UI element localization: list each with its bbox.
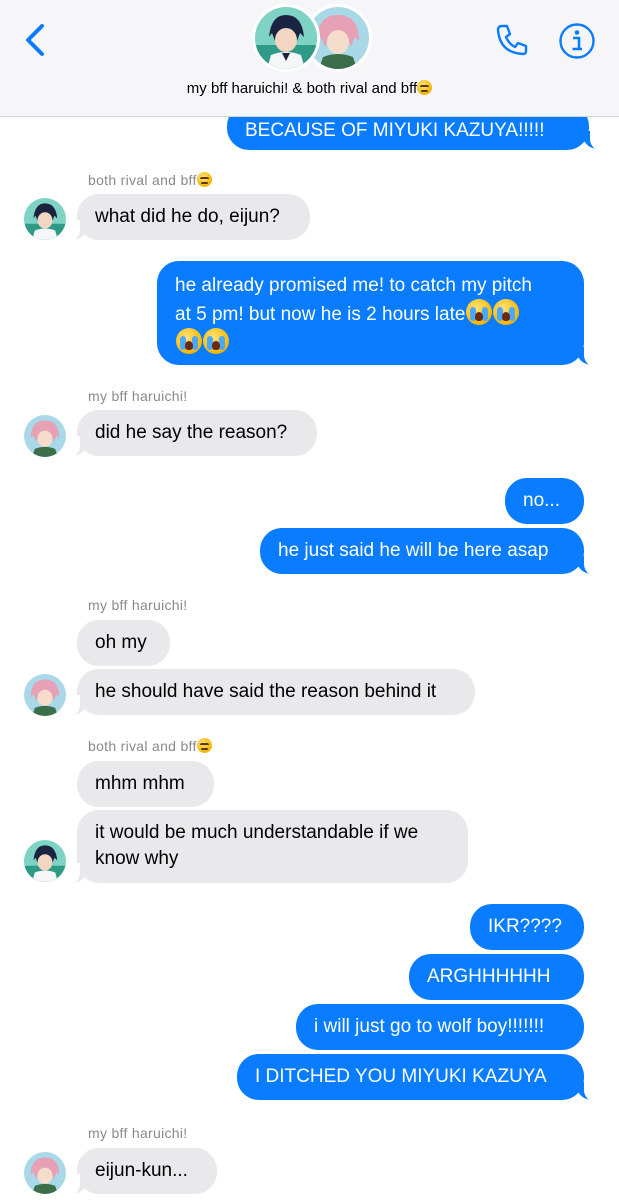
message-text: BECAUSE OF MIYUKI KAZUYA!!!!! [245,120,545,141]
sender-name: my bff haruichi! [88,597,188,613]
message-outgoing[interactable]: i will just go to wolf boy!!!!!!! [296,1004,584,1050]
message-text: no... [523,490,560,511]
bubble-tail [66,1174,88,1196]
crying-face-icon [176,328,202,354]
message-outgoing[interactable]: he already promised me! to catch my pitc… [157,261,584,365]
message-text: what did he do, eijun? [95,206,280,227]
sender-name: my bff haruichi! [88,1125,188,1141]
message-text: he just said he will be here asap [278,540,549,561]
sender-label: my bff haruichi! [88,388,187,404]
bubble-tail [582,129,604,151]
message-text: i will just go to wolf boy!!!!!!! [314,1016,545,1037]
bubble-tail [66,863,88,885]
conversation-header: my bff haruichi! & both rival and bff [0,0,619,117]
message-text: mhm mhm [95,773,185,794]
message-outgoing[interactable]: he just said he will be here asap [260,528,584,574]
sender-label: both rival and bff [88,738,212,754]
message-text: did he say the reason? [95,422,288,443]
message-incoming[interactable]: did he say the reason? [77,410,317,456]
message-outgoing[interactable]: ARGHHHHHH [409,954,584,1000]
angry-face-icon [196,172,212,187]
bubble-tail [66,220,88,242]
sender-name: my bff haruichi! [88,388,188,404]
sender-label: both rival and bff [88,172,212,188]
message-text: ARGHHHHHH [427,966,551,987]
group-name[interactable]: my bff haruichi! & both rival and bff [0,80,619,97]
message-incoming[interactable]: oh my [77,620,170,666]
message-incoming[interactable]: he should have said the reason behind it [77,669,475,715]
bubble-tail [576,554,598,576]
message-incoming[interactable]: eijun-kun... [77,1148,217,1194]
bubble-tail [576,345,598,367]
chevron-left-icon[interactable] [22,22,50,58]
message-outgoing[interactable]: I DITCHED YOU MIYUKI KAZUYA [237,1054,584,1100]
avatar-eijun[interactable] [24,198,66,240]
angry-face-icon [196,738,212,753]
message-text: he should have said the reason behind it [95,681,437,702]
message-incoming[interactable]: it would be much understandable if we kn… [77,810,468,883]
message-text: it would be much understandable if we [95,822,419,843]
group-name-text: my bff haruichi! & both rival and bff [186,80,418,97]
avatar-haruichi[interactable] [24,1152,66,1194]
message-incoming[interactable]: what did he do, eijun? [77,194,310,240]
message-outgoing[interactable]: IKR???? [470,904,584,950]
avatar-haruichi[interactable] [24,674,66,716]
message-text-line: at 5 pm! but now he is 2 hours late [175,299,566,328]
avatar-eijun [252,4,320,72]
info-icon[interactable] [558,22,596,60]
sender-label: my bff haruichi! [88,1125,187,1141]
message-text: oh my [95,632,147,653]
avatar-eijun[interactable] [24,840,66,882]
phone-icon[interactable] [494,22,530,58]
sender-name: both rival and bff [88,172,197,188]
message-text: I DITCHED YOU MIYUKI KAZUYA [255,1066,547,1087]
avatar-haruichi[interactable] [24,415,66,457]
message-text: at 5 pm! but now he is 2 hours late [175,304,466,325]
crying-face-icon [466,299,493,325]
bubble-tail [66,695,88,717]
message-text: know why [95,848,179,869]
bubble-tail [576,1080,598,1102]
crying-face-icon [493,299,520,325]
message-text: IKR???? [488,916,562,937]
message-text: he already promised me! to catch my pitc… [175,275,532,296]
sender-name: both rival and bff [88,738,197,754]
angry-face-icon [417,80,433,95]
message-outgoing[interactable]: no... [505,478,584,524]
emoji-line [175,328,566,357]
message-text: eijun-kun... [95,1160,188,1181]
crying-face-icon [203,328,229,354]
message-incoming[interactable]: mhm mhm [77,761,214,807]
bubble-tail [66,436,88,458]
sender-label: my bff haruichi! [88,597,187,613]
group-avatars[interactable] [252,4,372,72]
